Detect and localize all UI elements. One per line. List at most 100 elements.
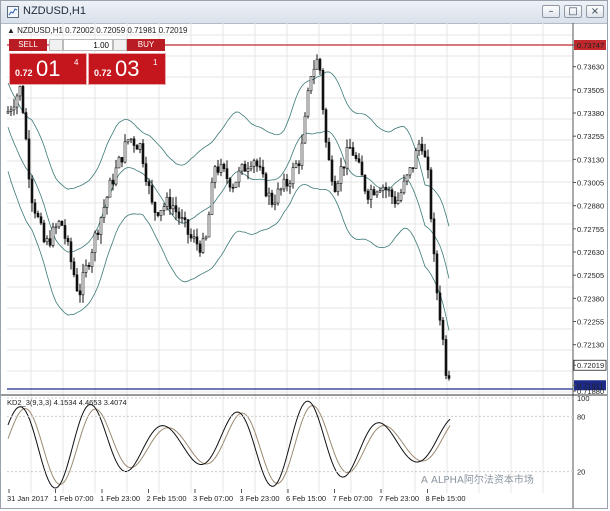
candle-body [429, 169, 433, 220]
candle-body [195, 236, 199, 245]
lot-increase-button[interactable] [113, 39, 127, 51]
candle-body [435, 253, 439, 294]
buy-button[interactable]: BUY [127, 39, 165, 51]
sell-quote[interactable]: 0.72 01 4 [9, 53, 87, 85]
candle-body [198, 243, 202, 253]
candle-body [291, 167, 295, 185]
candle-body [6, 111, 10, 114]
time-label: 1 Feb 07:00 [54, 494, 94, 503]
candle-body [219, 163, 223, 173]
time-label: 3 Feb 07:00 [193, 494, 233, 503]
time-axis: 31 Jan 2017 1 Feb 07:00 1 Feb 23:00 2 Feb 1… [7, 489, 466, 503]
candle-body [399, 192, 403, 201]
lot-decrease-button[interactable] [49, 39, 63, 51]
candle-body [210, 181, 214, 215]
price-label: 0.73130 [577, 155, 604, 164]
candle-body [387, 189, 391, 192]
candle-body [360, 161, 364, 176]
candle-body [144, 163, 148, 182]
candle-body [366, 190, 370, 200]
candle-body [282, 178, 286, 190]
candle-body [294, 163, 298, 168]
candle-body [264, 173, 268, 197]
price-axis: 0.73747 0.73630 0.73505 0.73380 0.73255 0.731… [573, 40, 607, 396]
candle-body [354, 155, 358, 159]
price-label: 0.72880 [577, 202, 604, 211]
lot-size-input[interactable] [63, 39, 113, 51]
candle-body [405, 174, 409, 182]
chart-window: NZDUSD,H1 – □ × 0.73747 0.73630 0.73505 0.7… [0, 0, 608, 509]
candle-body [135, 145, 139, 150]
sell-button[interactable]: SELL [9, 39, 47, 51]
title-bar[interactable]: NZDUSD,H1 – □ × [1, 1, 607, 24]
price-label: 0.72019 [577, 361, 604, 370]
price-label: 0.73380 [577, 109, 604, 118]
stochastic-signal-line [7, 404, 451, 485]
price-chart[interactable]: 0.73747 0.73630 0.73505 0.73380 0.73255 0.731… [1, 23, 607, 509]
symbol-info: ▲ NZDUSD,H1 0.72002 0.72059 0.71981 0.72… [7, 26, 188, 35]
minimize-button[interactable]: – [542, 5, 560, 18]
candle-body [27, 138, 31, 180]
candle-body [336, 183, 340, 193]
candle-body [369, 189, 373, 200]
buy-quote[interactable]: 0.72 03 1 [88, 53, 166, 85]
buy-quote-prefix: 0.72 [94, 68, 112, 78]
candle-body [108, 179, 112, 198]
time-label: 7 Feb 07:00 [333, 494, 373, 503]
close-button[interactable]: × [586, 5, 604, 18]
price-label: 0.72755 [577, 225, 604, 234]
candle-body [234, 181, 238, 188]
candle-body [420, 143, 424, 152]
candle-body [396, 200, 400, 205]
candle-body [30, 178, 34, 204]
candle-body [153, 201, 157, 213]
candle-body [333, 181, 337, 193]
price-label: 0.73747 [577, 41, 604, 50]
candle-body [273, 202, 277, 205]
candle-body [120, 157, 124, 163]
stochastic-scale-label: 80 [577, 412, 585, 421]
candle-body [90, 252, 94, 267]
candle-body [393, 196, 397, 205]
candle-body [12, 106, 16, 111]
candle-body [411, 167, 415, 169]
candle-body [381, 186, 385, 191]
candle-body [126, 139, 130, 143]
price-label: 0.73005 [577, 179, 604, 188]
candle-body [252, 160, 256, 167]
candle-body [51, 226, 55, 246]
candle-body [66, 238, 70, 243]
candle-body [183, 217, 187, 221]
maximize-button[interactable]: □ [564, 5, 582, 18]
candle-body [297, 163, 301, 166]
time-label: 8 Feb 15:00 [426, 494, 466, 503]
candle-body [39, 216, 43, 224]
candle-body [81, 272, 85, 296]
candle-body [42, 222, 46, 243]
candle-body [243, 163, 247, 172]
price-label: 0.72255 [577, 318, 604, 327]
candle-body [315, 58, 319, 70]
candle-body [408, 167, 412, 176]
stochastic-scale-label: 100 [577, 394, 590, 403]
candle-body [285, 178, 289, 187]
chart-icon [7, 6, 19, 18]
candle-body [72, 261, 76, 276]
candle-body [69, 241, 73, 263]
price-label: 0.72505 [577, 271, 604, 280]
candle-body [165, 196, 169, 207]
candle-body [189, 234, 193, 239]
candle-body [255, 160, 259, 167]
candle-body [447, 375, 451, 379]
stochastic-label: KD2_3(9,3,3) 4.1534 4.4653 3.4074 [7, 398, 127, 407]
candle-body [114, 167, 118, 185]
candle-body [93, 232, 97, 253]
candle-body [213, 166, 217, 183]
price-label: 0.73630 [577, 63, 604, 72]
candle-body [390, 189, 394, 198]
candle-body [432, 218, 436, 255]
candle-body [60, 220, 64, 226]
candle-body [258, 165, 262, 168]
time-label: 31 Jan 2017 [7, 494, 48, 503]
maximize-icon: □ [568, 6, 578, 17]
